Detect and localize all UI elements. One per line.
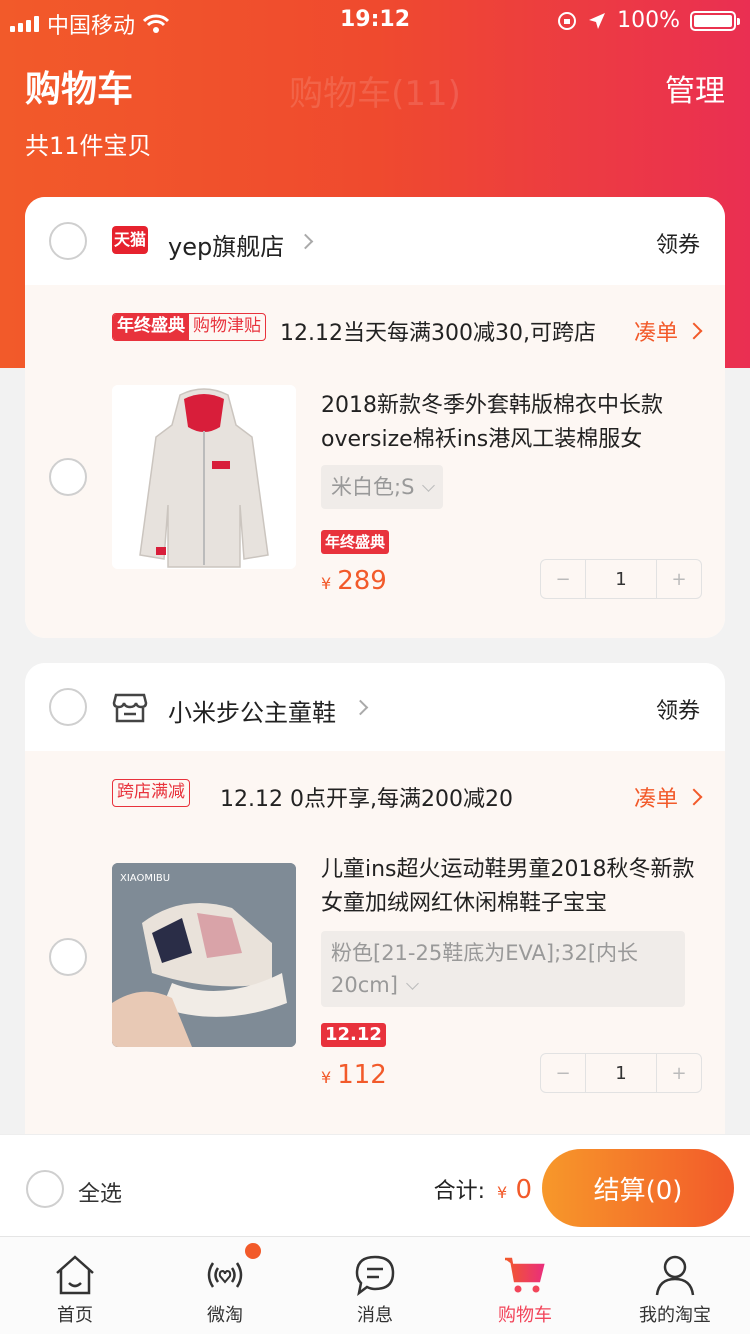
tab-label: 我的淘宝 <box>639 1305 711 1326</box>
shop-card: 小米步公主童鞋 领券 跨店满减 12.12 0点开享,每满200减20 凑单 X… <box>25 663 725 1163</box>
shop-card: 天猫 yep旗舰店 领券 年终盛典 购物津贴 12.12当天每满300减30,可… <box>25 197 725 638</box>
manage-button[interactable]: 管理 <box>665 66 725 110</box>
checkout-bar: 全选 合计: ¥ 0 结算(0) <box>0 1134 750 1236</box>
shoes-image: XIAOMIBU <box>112 863 296 1047</box>
chevron-right-icon <box>352 699 369 716</box>
image-brand-text: XIAOMIBU <box>120 873 170 884</box>
tmall-logo-icon: 天猫 <box>112 226 148 254</box>
quantity-input[interactable]: 1 <box>585 1054 657 1092</box>
sku-selector[interactable]: 米白色;S <box>321 465 444 509</box>
item-select-radio[interactable] <box>49 938 87 976</box>
profile-icon <box>655 1255 695 1296</box>
chevron-down-icon <box>406 977 419 990</box>
shop-select-radio[interactable] <box>49 688 87 726</box>
battery-percent: 100% <box>617 8 680 33</box>
quantity-input[interactable]: 1 <box>585 560 657 598</box>
rotation-lock-icon <box>558 11 577 30</box>
select-all-label[interactable]: 全选 <box>78 1176 122 1208</box>
promo-text: 12.12 0点开享,每满200减20 <box>220 787 513 812</box>
product-image[interactable]: XIAOMIBU <box>112 863 296 1047</box>
product-price: ¥112 <box>321 1060 387 1090</box>
increase-button[interactable]: + <box>657 1054 701 1092</box>
store-icon <box>112 693 148 723</box>
shop-select-radio[interactable] <box>49 222 87 260</box>
product-title-link[interactable]: 2018新款冬季外套韩版棉衣中长款oversize棉袄ins港风工装棉服女 <box>321 389 701 457</box>
shop-name-link[interactable]: yep旗舰店 <box>168 227 284 262</box>
home-icon <box>56 1255 94 1295</box>
location-icon <box>589 12 606 29</box>
quantity-stepper: − 1 + <box>540 1053 702 1093</box>
shop-body: 年终盛典 购物津贴 12.12当天每满300减30,可跨店 凑单 2018新款冬… <box>25 285 725 638</box>
tab-label: 微淘 <box>207 1305 243 1326</box>
event-badge: 年终盛典 <box>321 530 390 554</box>
total-amount: 合计: ¥ 0 <box>433 1175 532 1205</box>
product-image[interactable] <box>112 385 296 569</box>
notification-dot <box>245 1243 261 1259</box>
jacket-image <box>112 385 296 569</box>
quantity-stepper: − 1 + <box>540 559 702 599</box>
decrease-button[interactable]: − <box>541 560 585 598</box>
coupon-button[interactable]: 领券 <box>656 227 700 259</box>
chevron-down-icon <box>422 479 436 492</box>
cart-icon <box>505 1257 545 1293</box>
tab-label: 购物车 <box>498 1305 552 1326</box>
shop-header: 天猫 yep旗舰店 领券 <box>25 197 725 285</box>
shop-header: 小米步公主童鞋 领券 <box>25 663 725 751</box>
sku-selector[interactable]: 粉色[21-25鞋底为EVA];32[内长20cm] <box>321 931 685 1007</box>
product-price: ¥289 <box>321 566 387 596</box>
shop-body: 跨店满减 12.12 0点开享,每满200减20 凑单 XIAOMIBU 儿童i… <box>25 751 725 1163</box>
header-center-title: 购物车(11) <box>289 74 461 114</box>
tab-label: 消息 <box>357 1305 393 1326</box>
tab-weitao[interactable]: 微淘 <box>150 1237 300 1334</box>
coupon-button[interactable]: 领券 <box>656 693 700 725</box>
message-icon <box>355 1255 395 1296</box>
battery-icon <box>690 10 740 31</box>
select-all-radio[interactable] <box>26 1170 64 1208</box>
tab-cart[interactable]: 购物车 <box>450 1237 600 1334</box>
weitao-icon <box>207 1262 243 1288</box>
promo-tag: 年终盛典 购物津贴 <box>112 313 266 341</box>
chevron-right-icon <box>685 788 703 806</box>
item-count: 共11件宝贝 <box>25 132 152 160</box>
product-title-link[interactable]: 儿童ins超火运动鞋男童2018秋冬新款女童加绒网红休闲棉鞋子宝宝 <box>321 853 701 921</box>
shop-name-link[interactable]: 小米步公主童鞋 <box>168 693 336 728</box>
tab-bar: 首页 微淘 消息 购物车 我的淘宝 <box>0 1236 750 1334</box>
collect-order-link[interactable]: 凑单 <box>634 781 703 813</box>
promo-text: 12.12当天每满300减30,可跨店 <box>280 321 596 346</box>
collect-order-link[interactable]: 凑单 <box>634 315 703 347</box>
checkout-button[interactable]: 结算(0) <box>542 1149 734 1227</box>
chevron-right-icon <box>685 322 703 340</box>
tab-home[interactable]: 首页 <box>0 1237 150 1334</box>
item-select-radio[interactable] <box>49 458 87 496</box>
status-bar: 中国移动 19:12 100% <box>0 0 750 40</box>
event-badge: 12.12 <box>321 1023 386 1047</box>
tab-label: 首页 <box>57 1305 93 1326</box>
tab-profile[interactable]: 我的淘宝 <box>600 1237 750 1334</box>
decrease-button[interactable]: − <box>541 1054 585 1092</box>
chevron-right-icon <box>297 233 314 250</box>
promo-tag: 跨店满减 <box>112 779 190 807</box>
increase-button[interactable]: + <box>657 560 701 598</box>
tab-messages[interactable]: 消息 <box>300 1237 450 1334</box>
